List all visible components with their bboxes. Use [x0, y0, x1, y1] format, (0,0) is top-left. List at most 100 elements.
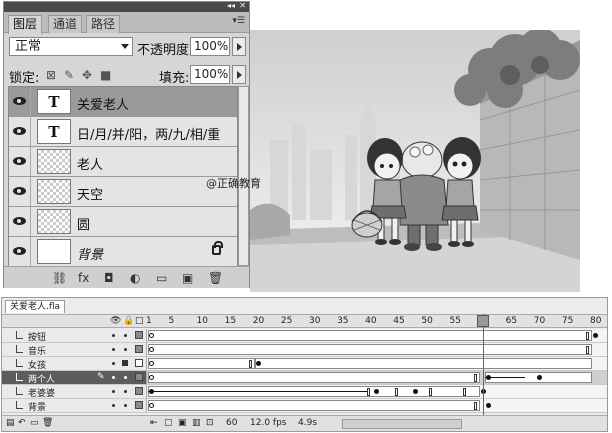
keyframe[interactable] [592, 333, 598, 338]
modify-onion-markers-icon[interactable]: ⊡ [206, 418, 214, 428]
frame-span[interactable] [148, 358, 255, 369]
keyframe[interactable] [486, 403, 492, 408]
edit-multiple-frames-icon[interactable]: ▥ [192, 418, 201, 428]
fill-slider-button[interactable] [232, 65, 246, 84]
layer-row[interactable]: 老人 [9, 147, 237, 177]
lock-dot[interactable] [124, 404, 127, 407]
frame-span[interactable] [148, 400, 480, 411]
visibility-toggle[interactable] [9, 147, 31, 176]
frame-span[interactable] [148, 372, 480, 383]
layer-row[interactable]: 天空 [9, 177, 237, 207]
keyframe[interactable] [373, 389, 379, 394]
fill-input[interactable]: 100% [190, 65, 230, 84]
keyframe[interactable] [536, 375, 542, 380]
end-frame-marker[interactable] [462, 388, 466, 396]
trash-icon[interactable]: 🗑 [208, 271, 223, 285]
tab-channels[interactable]: 通道 [48, 15, 83, 33]
lock-position-move-icon[interactable]: ✥ [82, 68, 92, 82]
keyframe[interactable] [255, 361, 261, 366]
timeline-layer-row[interactable]: 音乐 [2, 343, 607, 357]
blend-mode-select[interactable]: 正常 [9, 37, 133, 56]
end-frame-marker[interactable] [586, 346, 590, 354]
frame-span[interactable] [148, 344, 592, 355]
visibility-toggle[interactable] [9, 237, 31, 266]
visibility-toggle[interactable] [9, 177, 31, 206]
layer-row[interactable]: T 日/月/并/阳，两/九/相/重 [9, 117, 237, 147]
timeline-layer-name-cell[interactable]: 女孩 [2, 357, 147, 371]
timeline-layer-row[interactable]: 两个人 ✎ [2, 371, 607, 385]
frame-span[interactable] [148, 330, 592, 341]
timeline-layer-row[interactable]: 老婆婆 [2, 385, 607, 399]
close-icon[interactable]: ✕ [239, 1, 246, 11]
timeline-layer-name-cell[interactable]: 背景 [2, 399, 147, 413]
onion-outline-icon[interactable]: ▣ [178, 418, 187, 428]
adjustment-icon[interactable]: ◐ [130, 271, 140, 285]
visibility-toggle[interactable] [9, 117, 31, 146]
center-frame-icon[interactable]: ⇤ [150, 418, 158, 428]
end-frame-marker[interactable] [249, 360, 253, 368]
lock-transparent-icon[interactable]: ⊠ [46, 68, 56, 82]
delete-layer-icon[interactable]: 🗑 [42, 418, 53, 428]
outline-all-icon[interactable]: □ [135, 316, 144, 326]
outline-color-square[interactable] [135, 359, 143, 367]
timeline-layer-name-cell[interactable]: 两个人 ✎ [2, 371, 147, 385]
mask-icon[interactable]: ◘ [104, 271, 114, 285]
timeline-horizontal-scrollbar[interactable] [342, 419, 462, 429]
end-frame-marker[interactable] [429, 388, 432, 396]
lock-all-icon[interactable]: ■ [100, 68, 111, 82]
end-frame-marker[interactable] [367, 388, 371, 396]
link-icon[interactable]: ⛓ [52, 271, 67, 285]
frame-span[interactable] [254, 358, 592, 369]
show-hide-eye-icon[interactable]: 👁 [110, 316, 121, 326]
blank-keyframe[interactable] [149, 375, 154, 380]
timeline-document-tab[interactable]: 关爱老人.fla [5, 300, 66, 313]
group-icon[interactable]: ▭ [156, 271, 167, 285]
end-frame-marker[interactable] [395, 388, 399, 396]
blank-keyframe[interactable] [149, 403, 154, 408]
playhead-handle[interactable] [477, 315, 489, 327]
outline-color-square[interactable] [135, 345, 143, 353]
visibility-toggle[interactable] [9, 207, 31, 236]
timeline-layer-row[interactable]: 按钮 [2, 329, 607, 343]
lock-dot[interactable] [124, 334, 127, 337]
layer-row[interactable]: T 关爱老人 [9, 87, 237, 117]
outline-color-square[interactable] [135, 387, 143, 395]
visibility-dot[interactable] [112, 404, 115, 407]
timeline-layer-row[interactable]: 女孩 [2, 357, 607, 371]
visibility-dot[interactable] [112, 390, 115, 393]
visibility-dot[interactable] [112, 348, 115, 351]
timeline-layer-name-cell[interactable]: 老婆婆 [2, 385, 147, 399]
layer-row[interactable]: 圆 [9, 207, 237, 237]
lock-dot[interactable] [124, 376, 127, 379]
outline-color-square[interactable] [135, 373, 143, 381]
end-frame-marker[interactable] [473, 374, 477, 382]
end-frame-marker[interactable] [586, 332, 590, 340]
lock-dot[interactable] [124, 390, 127, 393]
new-layer-icon[interactable]: ▣ [182, 271, 193, 285]
timeline-layer-name-cell[interactable]: 音乐 [2, 343, 147, 357]
blank-keyframe[interactable] [149, 347, 154, 352]
tab-layers[interactable]: 图层 [8, 15, 43, 34]
timeline-layer-row[interactable]: 背景 [2, 399, 607, 413]
tab-paths[interactable]: 路径 [86, 15, 121, 33]
visibility-dot[interactable] [112, 362, 115, 365]
keyframe[interactable] [149, 389, 154, 394]
opacity-input[interactable]: 100% [190, 37, 230, 56]
lock-dot[interactable] [124, 348, 127, 351]
visibility-dot[interactable] [112, 334, 115, 337]
visibility-dot[interactable] [112, 376, 115, 379]
new-folder-icon[interactable]: ▭ [30, 418, 39, 428]
outline-color-square[interactable] [135, 331, 143, 339]
fx-icon[interactable]: fx [78, 271, 89, 285]
blank-keyframe[interactable] [149, 361, 154, 366]
end-frame-marker[interactable] [473, 402, 477, 410]
visibility-toggle[interactable] [9, 87, 31, 116]
lock-all-layers-icon[interactable]: 🔒 [123, 316, 134, 326]
layer-row[interactable]: 背景 [9, 237, 237, 267]
lock-icon[interactable] [122, 360, 128, 366]
onion-skin-icon[interactable]: ▢ [164, 418, 173, 428]
lock-image-brush-icon[interactable]: ✎ [64, 68, 74, 82]
opacity-slider-button[interactable] [232, 37, 246, 56]
panel-menu-icon[interactable]: ▾☰ [232, 16, 245, 26]
timeline-layer-name-cell[interactable]: 按钮 [2, 329, 147, 343]
